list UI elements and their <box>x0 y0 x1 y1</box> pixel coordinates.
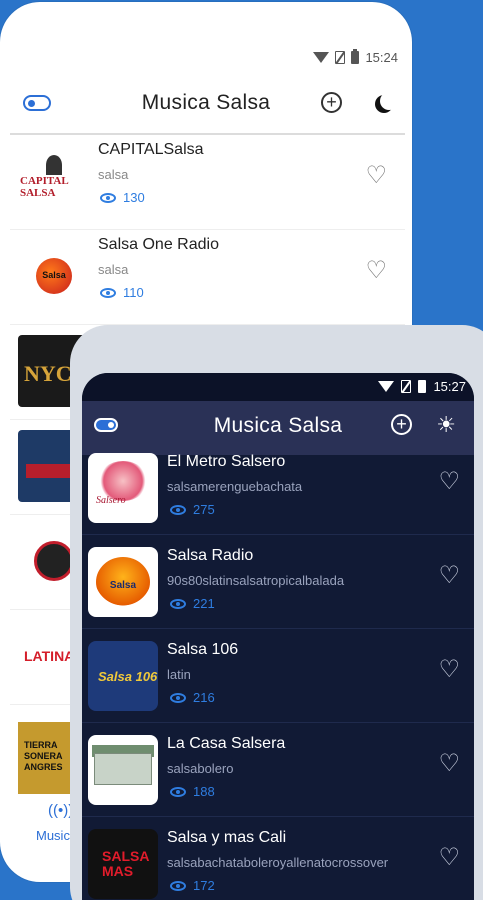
favorite-heart-icon[interactable]: ♡ <box>438 561 460 590</box>
station-name: Salsa 106 <box>167 641 239 658</box>
status-bar: 15:27 <box>82 373 474 401</box>
station-logo: Salsa 106 <box>88 641 158 711</box>
page-title: Musica Salsa <box>141 91 271 114</box>
station-name: Salsa Radio <box>167 547 254 564</box>
eye-icon <box>170 880 186 891</box>
view-count: 130 <box>100 190 145 205</box>
view-count: 221 <box>170 596 215 611</box>
station-logo: CAPITAL SALSA <box>18 145 88 217</box>
battery-icon <box>351 49 360 64</box>
station-name: CAPITALSalsa <box>98 141 204 158</box>
dark-screen: 15:27 Musica Salsa + ☀ Salsero El Metro … <box>82 373 474 900</box>
eye-icon <box>170 786 186 797</box>
list-item[interactable]: Salsa Salsa One Radio salsa 110 ♡ <box>10 230 405 325</box>
nav-label-music[interactable]: Music <box>36 828 70 843</box>
station-name: Salsa y mas Cali <box>167 829 287 846</box>
view-count: 188 <box>170 784 215 799</box>
eye-icon <box>170 598 186 609</box>
no-sim-icon <box>335 51 346 64</box>
favorite-heart-icon[interactable]: ♡ <box>365 256 387 285</box>
page-title: Musica Salsa <box>213 414 343 437</box>
favorite-heart-icon[interactable]: ♡ <box>438 655 460 684</box>
eye-icon <box>100 287 116 298</box>
add-icon[interactable]: + <box>321 92 342 113</box>
station-genre: salsabolero <box>167 761 234 776</box>
view-count: 275 <box>170 502 215 517</box>
station-genre: 90s80slatinsalsatropicalbalada <box>167 573 345 588</box>
view-count: 172 <box>170 878 215 893</box>
list-item[interactable]: SALSA MAS Salsa y mas Cali salsabachatab… <box>82 817 474 900</box>
list-item[interactable]: Salsero El Metro Salsero salsamerengueba… <box>82 441 474 535</box>
station-genre: salsa <box>98 262 129 277</box>
list-item[interactable]: La Casa Salsera salsabolero 188 ♡ <box>82 723 474 817</box>
phone-dark-mode: 15:27 Musica Salsa + ☀ Salsero El Metro … <box>70 325 483 900</box>
station-logo <box>88 735 158 805</box>
add-icon[interactable]: + <box>391 414 412 435</box>
status-time: 15:24 <box>365 50 398 65</box>
station-name: La Casa Salsera <box>167 735 286 752</box>
station-logo: Salsero <box>88 453 158 523</box>
station-genre: salsa <box>98 167 129 182</box>
station-genre: latin <box>167 667 191 682</box>
list-item[interactable]: Salsa 106 Salsa 106 latin 216 ♡ <box>82 629 474 723</box>
no-sim-icon <box>401 380 412 393</box>
favorite-heart-icon[interactable]: ♡ <box>365 161 387 190</box>
eye-icon <box>170 692 186 703</box>
station-logo: Salsa <box>18 240 88 312</box>
station-genre: salsamerenguebachata <box>167 479 303 494</box>
status-bar: 15:24 <box>313 49 398 65</box>
station-genre: salsabachataboleroyallenatocrossover <box>167 855 389 870</box>
station-name: Salsa One Radio <box>98 236 219 253</box>
list-item[interactable]: CAPITAL SALSA CAPITALSalsa salsa 130 ♡ <box>10 135 405 230</box>
favorite-heart-icon[interactable]: ♡ <box>438 843 460 872</box>
sun-icon[interactable]: ☀ <box>436 414 456 436</box>
app-header: Musica Salsa + <box>0 86 412 132</box>
favorite-heart-icon[interactable]: ♡ <box>438 749 460 778</box>
status-time: 15:27 <box>433 379 466 394</box>
list-item[interactable]: Salsa Salsa Radio 90s80slatinsalsatropic… <box>82 535 474 629</box>
wifi-icon <box>313 52 330 63</box>
view-count: 216 <box>170 690 215 705</box>
view-count: 110 <box>100 285 144 300</box>
station-logo: SALSA MAS <box>88 829 158 899</box>
eye-icon <box>100 192 116 203</box>
wifi-icon <box>378 381 395 392</box>
station-logo: Salsa <box>88 547 158 617</box>
battery-icon <box>418 380 427 393</box>
favorite-heart-icon[interactable]: ♡ <box>438 467 460 496</box>
moon-icon[interactable] <box>380 92 398 110</box>
eye-icon <box>170 504 186 515</box>
station-name: El Metro Salsero <box>167 453 286 470</box>
